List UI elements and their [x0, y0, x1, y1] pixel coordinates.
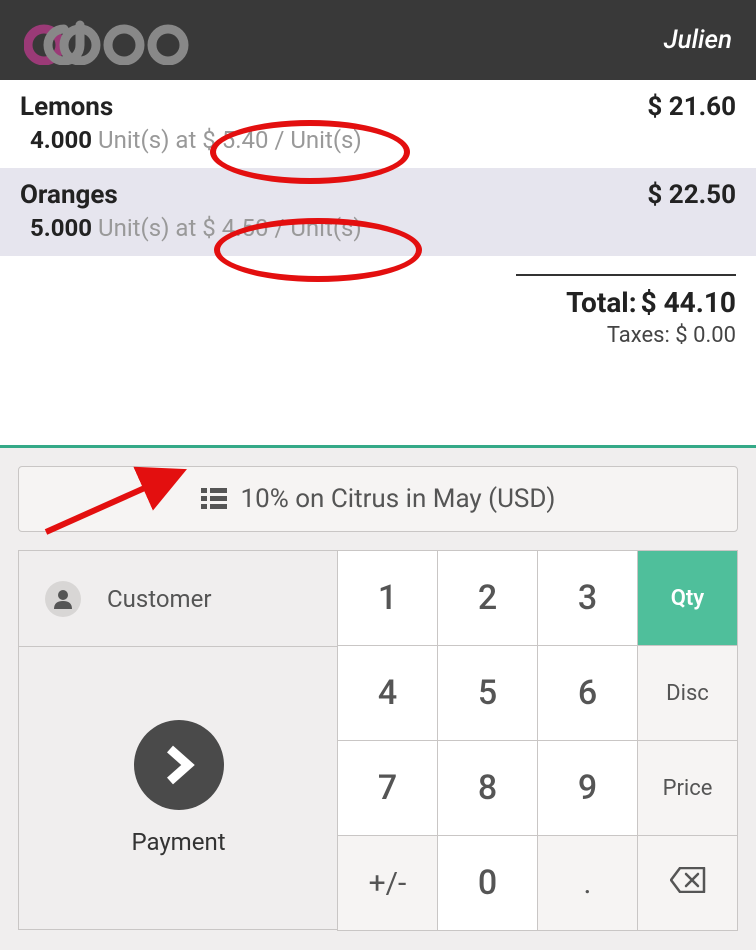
total-amount: $ 44.10: [641, 286, 736, 319]
mode-price[interactable]: Price: [637, 740, 738, 836]
line-detail: 4.000 Unit(s) at $ 5.40 / Unit(s): [20, 126, 736, 154]
taxes-label: Taxes:: [607, 323, 670, 348]
numpad-sign[interactable]: +/-: [337, 835, 438, 931]
numpad-3[interactable]: 3: [537, 550, 638, 646]
order-lines: Lemons $ 21.60 4.000 Unit(s) at $ 5.40 /…: [0, 80, 756, 256]
header: Julien: [0, 0, 756, 80]
order-line[interactable]: Oranges $ 22.50 5.000 Unit(s) at $ 4.50 …: [0, 168, 756, 256]
mode-qty[interactable]: Qty: [637, 550, 738, 646]
numpad-5[interactable]: 5: [437, 645, 538, 741]
order-line[interactable]: Lemons $ 21.60 4.000 Unit(s) at $ 5.40 /…: [0, 80, 756, 168]
payment-button[interactable]: Payment: [19, 647, 338, 929]
numpad-0[interactable]: 0: [437, 835, 538, 931]
list-icon: [201, 488, 227, 510]
numpad-9[interactable]: 9: [537, 740, 638, 836]
backspace-button[interactable]: [637, 835, 738, 931]
numpad-7[interactable]: 7: [337, 740, 438, 836]
action-pad: 10% on Citrus in May (USD) Customer Paym…: [0, 445, 756, 950]
mode-disc[interactable]: Disc: [637, 645, 738, 741]
taxes-amount: $ 0.00: [675, 323, 736, 348]
numpad-8[interactable]: 8: [437, 740, 538, 836]
user-icon: [45, 581, 81, 617]
pricelist-label: 10% on Citrus in May (USD): [241, 484, 556, 514]
line-detail: 5.000 Unit(s) at $ 4.50 / Unit(s): [20, 214, 736, 242]
numpad-4[interactable]: 4: [337, 645, 438, 741]
payment-label: Payment: [131, 828, 225, 856]
numpad-1[interactable]: 1: [337, 550, 438, 646]
customer-button[interactable]: Customer: [19, 551, 338, 647]
customer-label: Customer: [107, 585, 211, 613]
total-label: Total:: [566, 286, 637, 319]
line-total: $ 21.60: [647, 92, 736, 122]
odoo-logo: [24, 15, 202, 65]
chevron-right-icon: [134, 720, 224, 810]
numpad: 1 2 3 Qty 4 5 6 Disc 7 8 9 Price +/- 0 .: [338, 550, 738, 930]
numpad-2[interactable]: 2: [437, 550, 538, 646]
numpad-6[interactable]: 6: [537, 645, 638, 741]
line-total: $ 22.50: [647, 180, 736, 210]
order-totals: Total: $ 44.10 Taxes: $ 0.00: [0, 256, 756, 372]
line-name: Oranges: [20, 180, 118, 210]
line-name: Lemons: [20, 92, 113, 122]
user-name[interactable]: Julien: [664, 25, 732, 55]
numpad-dot[interactable]: .: [537, 835, 638, 931]
backspace-icon: [670, 866, 706, 901]
pricelist-button[interactable]: 10% on Citrus in May (USD): [18, 466, 738, 532]
